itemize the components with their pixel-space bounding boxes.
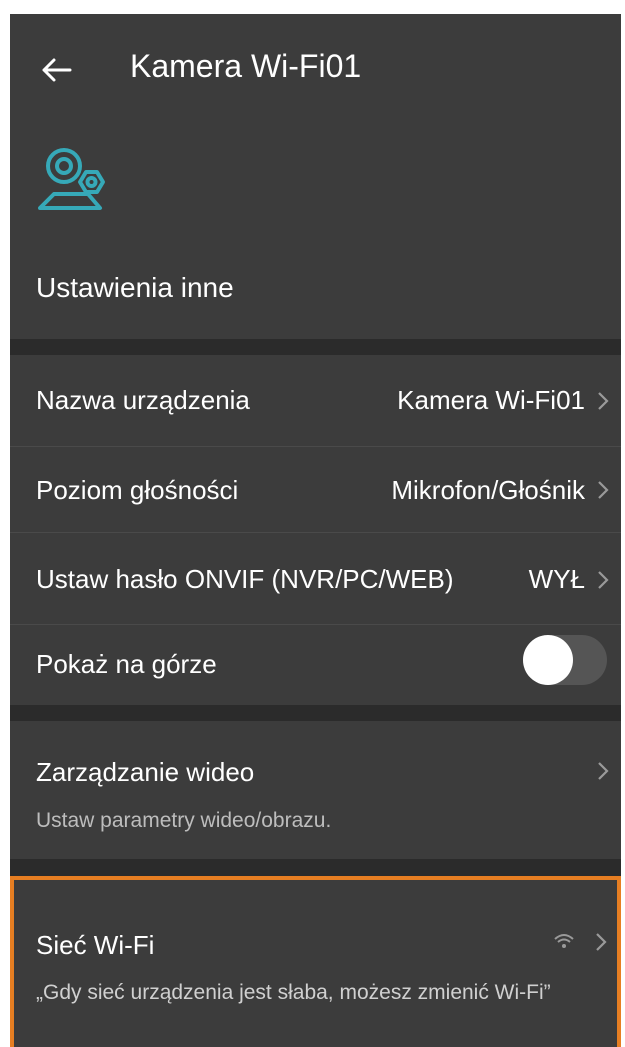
row-label: Zarządzanie wideo bbox=[36, 757, 255, 787]
row-label: Poziom głośności bbox=[36, 475, 239, 505]
camera-settings-icon bbox=[38, 148, 105, 210]
chevron-right-icon bbox=[596, 933, 607, 951]
row-label: Sieć Wi-Fi bbox=[36, 930, 155, 960]
chevron-right-icon bbox=[598, 762, 609, 780]
row-video-management[interactable]: Zarządzanie wideo Ustaw parametry wideo/… bbox=[10, 721, 621, 859]
row-wifi-network[interactable]: Sieć Wi-Fi „Gdy sieć urządzenia jest sła… bbox=[10, 876, 621, 1047]
row-device-name[interactable]: Nazwa urządzenia Kamera Wi-Fi01 bbox=[10, 355, 621, 447]
section-title: Ustawienia inne bbox=[36, 272, 234, 303]
row-volume[interactable]: Poziom głośności Mikrofon/Głośnik bbox=[10, 447, 621, 533]
wifi-signal-icon bbox=[554, 934, 574, 948]
header: Kamera Wi-Fi01 Ustawienia inne bbox=[10, 14, 621, 339]
row-value: WYŁ bbox=[528, 564, 585, 594]
row-subtitle: Ustaw parametry wideo/obrazu. bbox=[36, 809, 332, 832]
show-on-top-toggle[interactable] bbox=[523, 635, 607, 685]
row-label: Pokaż na górze bbox=[36, 649, 217, 679]
page-title: Kamera Wi-Fi01 bbox=[130, 48, 362, 84]
row-onvif-password[interactable]: Ustaw hasło ONVIF (NVR/PC/WEB) WYŁ bbox=[10, 533, 621, 625]
row-subtitle: „Gdy sieć urządzenia jest słaba, możesz … bbox=[36, 981, 551, 1004]
chevron-right-icon bbox=[598, 481, 609, 499]
divider bbox=[10, 705, 621, 721]
chevron-right-icon bbox=[598, 392, 609, 410]
row-label: Ustaw hasło ONVIF (NVR/PC/WEB) bbox=[36, 564, 454, 594]
divider bbox=[10, 339, 621, 355]
row-show-on-top: Pokaż na górze bbox=[10, 625, 621, 705]
row-value: Mikrofon/Głośnik bbox=[391, 475, 585, 505]
chevron-right-icon bbox=[598, 571, 609, 589]
toggle-knob bbox=[523, 635, 573, 685]
divider bbox=[10, 859, 621, 876]
row-value: Kamera Wi-Fi01 bbox=[397, 385, 585, 415]
row-label: Nazwa urządzenia bbox=[36, 385, 250, 415]
settings-screen: Kamera Wi-Fi01 Ustawienia inne Nazwa urz… bbox=[10, 14, 621, 1047]
back-arrow-icon[interactable] bbox=[36, 50, 76, 90]
